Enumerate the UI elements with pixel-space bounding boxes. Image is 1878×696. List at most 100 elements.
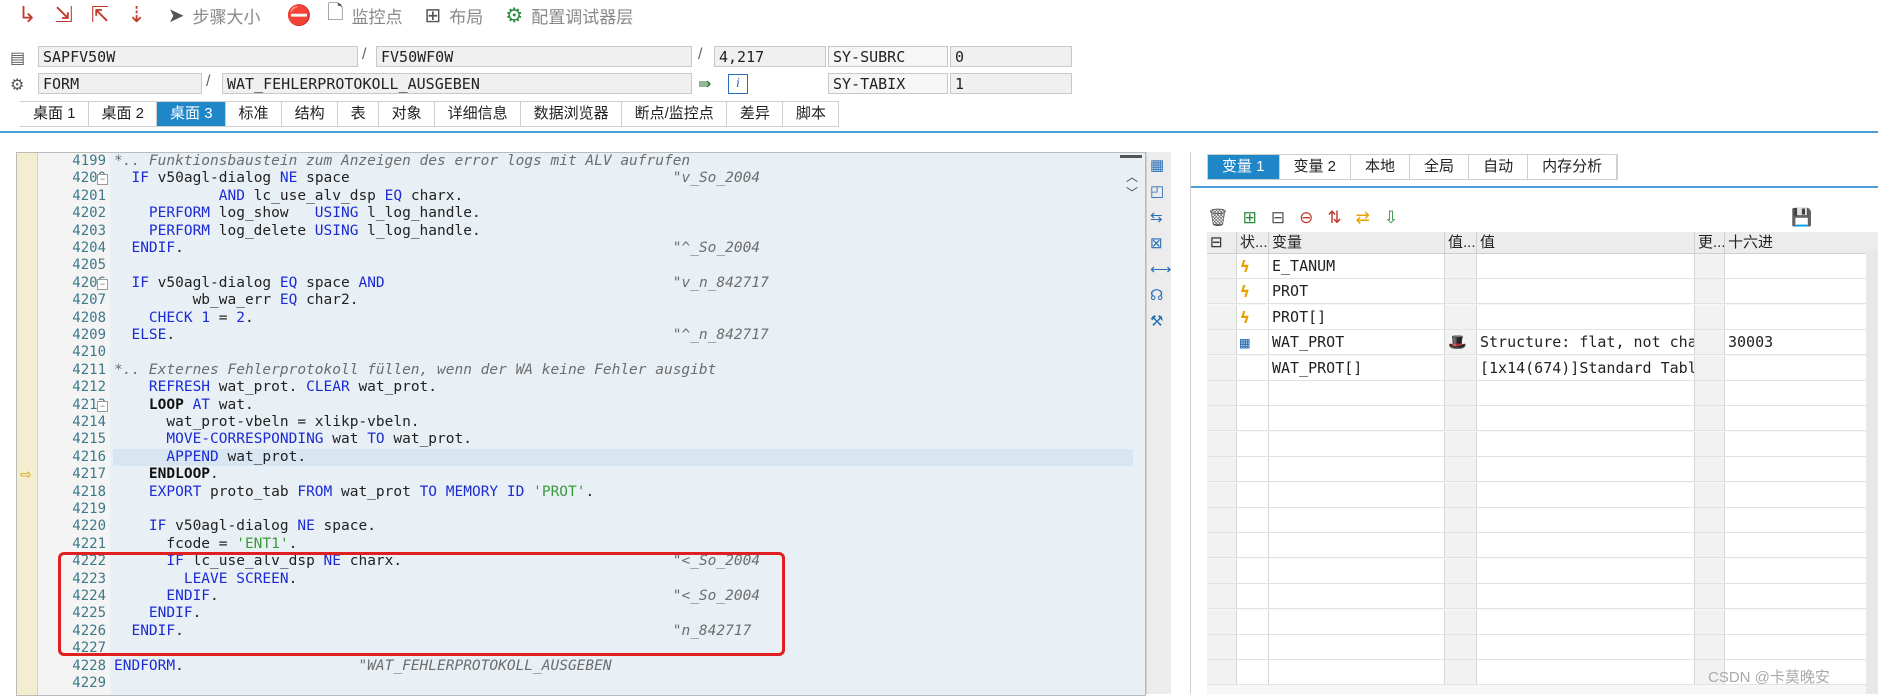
grid-cell[interactable]	[1695, 558, 1725, 584]
navigate-icon[interactable]: ⇛	[698, 74, 711, 94]
export-icon[interactable]: ⇩	[1384, 208, 1398, 228]
grid-cell[interactable]	[1237, 508, 1269, 533]
step-into-icon[interactable]: ↳	[18, 4, 36, 26]
tab-desktop-6[interactable]: 对象	[378, 102, 435, 126]
step-size-button[interactable]: ➤ 步骤大小	[168, 3, 261, 28]
info-icon[interactable]: i	[728, 74, 748, 94]
grid-cell[interactable]	[1237, 660, 1269, 686]
tab-desktop-9[interactable]: 断点/监控点	[621, 102, 727, 126]
grid-cell[interactable]	[1237, 609, 1269, 635]
tab-desktop-1[interactable]: 桌面 2	[88, 102, 158, 126]
close-box-icon[interactable]: ⊠	[1150, 234, 1163, 252]
grid-cell[interactable]	[1445, 431, 1477, 457]
expand-icon[interactable]: ⟷	[1150, 260, 1172, 278]
grid-cell[interactable]	[1445, 457, 1477, 483]
grid-cell[interactable]	[1207, 584, 1237, 610]
variable-hex[interactable]	[1725, 355, 1878, 381]
grid-cell[interactable]	[1207, 660, 1237, 686]
grid-cell[interactable]: ▦	[1237, 330, 1269, 356]
tab-desktop-7[interactable]: 详细信息	[434, 102, 521, 126]
scrollbar[interactable]	[1866, 250, 1878, 694]
tabix-value[interactable]: 1	[950, 73, 1072, 94]
column-header[interactable]: 变量	[1269, 232, 1445, 254]
column-header[interactable]: 状...	[1237, 232, 1269, 254]
grid-cell[interactable]	[1445, 508, 1477, 533]
grid-cell[interactable]	[1445, 609, 1477, 635]
grid-cell[interactable]	[1237, 355, 1269, 381]
column-header[interactable]: 值	[1477, 232, 1695, 254]
grid-cell[interactable]	[1695, 381, 1725, 406]
grid-cell[interactable]	[1237, 406, 1269, 432]
tools-icon[interactable]: ⚒	[1150, 312, 1163, 330]
grid-cell[interactable]	[1207, 431, 1237, 457]
grid-cell[interactable]: 🎩	[1445, 330, 1477, 356]
grid-cell[interactable]	[1269, 558, 1445, 584]
grid-icon[interactable]: ▦	[1150, 156, 1164, 174]
variable-value[interactable]	[1477, 279, 1695, 305]
grid-cell[interactable]	[1207, 558, 1237, 584]
column-header[interactable]: 更...	[1695, 232, 1725, 254]
append-row-icon[interactable]: ⊟	[1271, 208, 1285, 228]
variable-name[interactable]: PROT	[1269, 279, 1445, 305]
variable-name[interactable]: PROT[]	[1269, 304, 1445, 330]
layout-button[interactable]: ⊞ 布局	[425, 3, 484, 28]
grid-cell[interactable]	[1725, 635, 1878, 660]
breakpoint-gutter[interactable]	[17, 153, 38, 695]
grid-cell[interactable]	[1207, 609, 1237, 635]
grid-cell[interactable]	[1207, 279, 1237, 305]
grid-cell[interactable]	[1269, 406, 1445, 432]
stop-button[interactable]: ⛔	[287, 3, 320, 28]
event-type-field[interactable]: FORM	[38, 73, 202, 94]
grid-cell[interactable]	[1477, 431, 1695, 457]
config-button[interactable]: ⚙ 配置调试器层	[505, 3, 633, 28]
tab-desktop-0[interactable]: 桌面 1	[20, 102, 89, 126]
variable-value[interactable]: [1x14(674)]Standard Table	[1477, 355, 1695, 381]
grid-cell[interactable]	[1207, 482, 1237, 508]
grid-cell[interactable]	[1445, 279, 1477, 305]
line-field[interactable]: 4,217	[714, 46, 826, 67]
step-return-icon[interactable]: ⇱	[91, 4, 109, 26]
grid-cell[interactable]	[1695, 533, 1725, 559]
variable-name[interactable]: WAT_PROT[]	[1269, 355, 1445, 381]
grid-cell[interactable]	[1725, 482, 1878, 508]
grid-cell[interactable]	[1445, 406, 1477, 432]
grid-cell[interactable]	[1237, 431, 1269, 457]
grid-cell[interactable]	[1695, 254, 1725, 279]
grid-cell[interactable]	[1695, 635, 1725, 660]
grid-cell[interactable]	[1207, 457, 1237, 483]
grid-cell[interactable]	[1695, 330, 1725, 356]
source-code-editor[interactable]: 4199 4200 4201 4202 4203 4204 4205 4206 4207 4208…	[16, 152, 1146, 696]
grid-cell[interactable]	[1477, 660, 1695, 686]
chevron-up-icon[interactable]: ︿	[1126, 168, 1138, 185]
grid-cell[interactable]	[1207, 304, 1237, 330]
fold-toggle-icon[interactable]: −	[97, 278, 108, 290]
grid-cell[interactable]	[1237, 482, 1269, 508]
continue-icon[interactable]: ⇣	[127, 4, 145, 26]
save-icon[interactable]: 💾	[1791, 208, 1812, 228]
grid-cell[interactable]	[1695, 584, 1725, 610]
variable-name[interactable]: E_TANUM	[1269, 254, 1445, 279]
grid-cell[interactable]	[1725, 584, 1878, 610]
grid-cell[interactable]	[1695, 508, 1725, 533]
grid-cell[interactable]	[1269, 508, 1445, 533]
grid-cell[interactable]	[1695, 457, 1725, 483]
new-window-icon[interactable]: ◰	[1150, 182, 1164, 200]
grid-cell[interactable]	[1477, 508, 1695, 533]
grid-cell[interactable]	[1725, 431, 1878, 457]
grid-cell[interactable]	[1695, 406, 1725, 432]
grid-cell[interactable]	[1445, 660, 1477, 686]
grid-cell[interactable]	[1477, 533, 1695, 559]
grid-cell[interactable]	[1269, 533, 1445, 559]
variable-hex[interactable]	[1725, 304, 1878, 330]
grid-cell[interactable]: ϟ	[1237, 304, 1269, 330]
grid-cell[interactable]	[1695, 609, 1725, 635]
tab-variables-0[interactable]: 变量 1	[1208, 155, 1280, 179]
grid-cell[interactable]	[1269, 660, 1445, 686]
tab-desktop-2[interactable]: 桌面 3	[157, 102, 226, 126]
grid-cell[interactable]	[1237, 533, 1269, 559]
tab-desktop-10[interactable]: 差异	[726, 102, 783, 126]
fold-toggle-icon[interactable]: −	[97, 400, 108, 412]
grid-cell[interactable]	[1237, 381, 1269, 406]
grid-cell[interactable]	[1207, 355, 1237, 381]
insert-row-icon[interactable]: ⊞	[1243, 208, 1257, 228]
